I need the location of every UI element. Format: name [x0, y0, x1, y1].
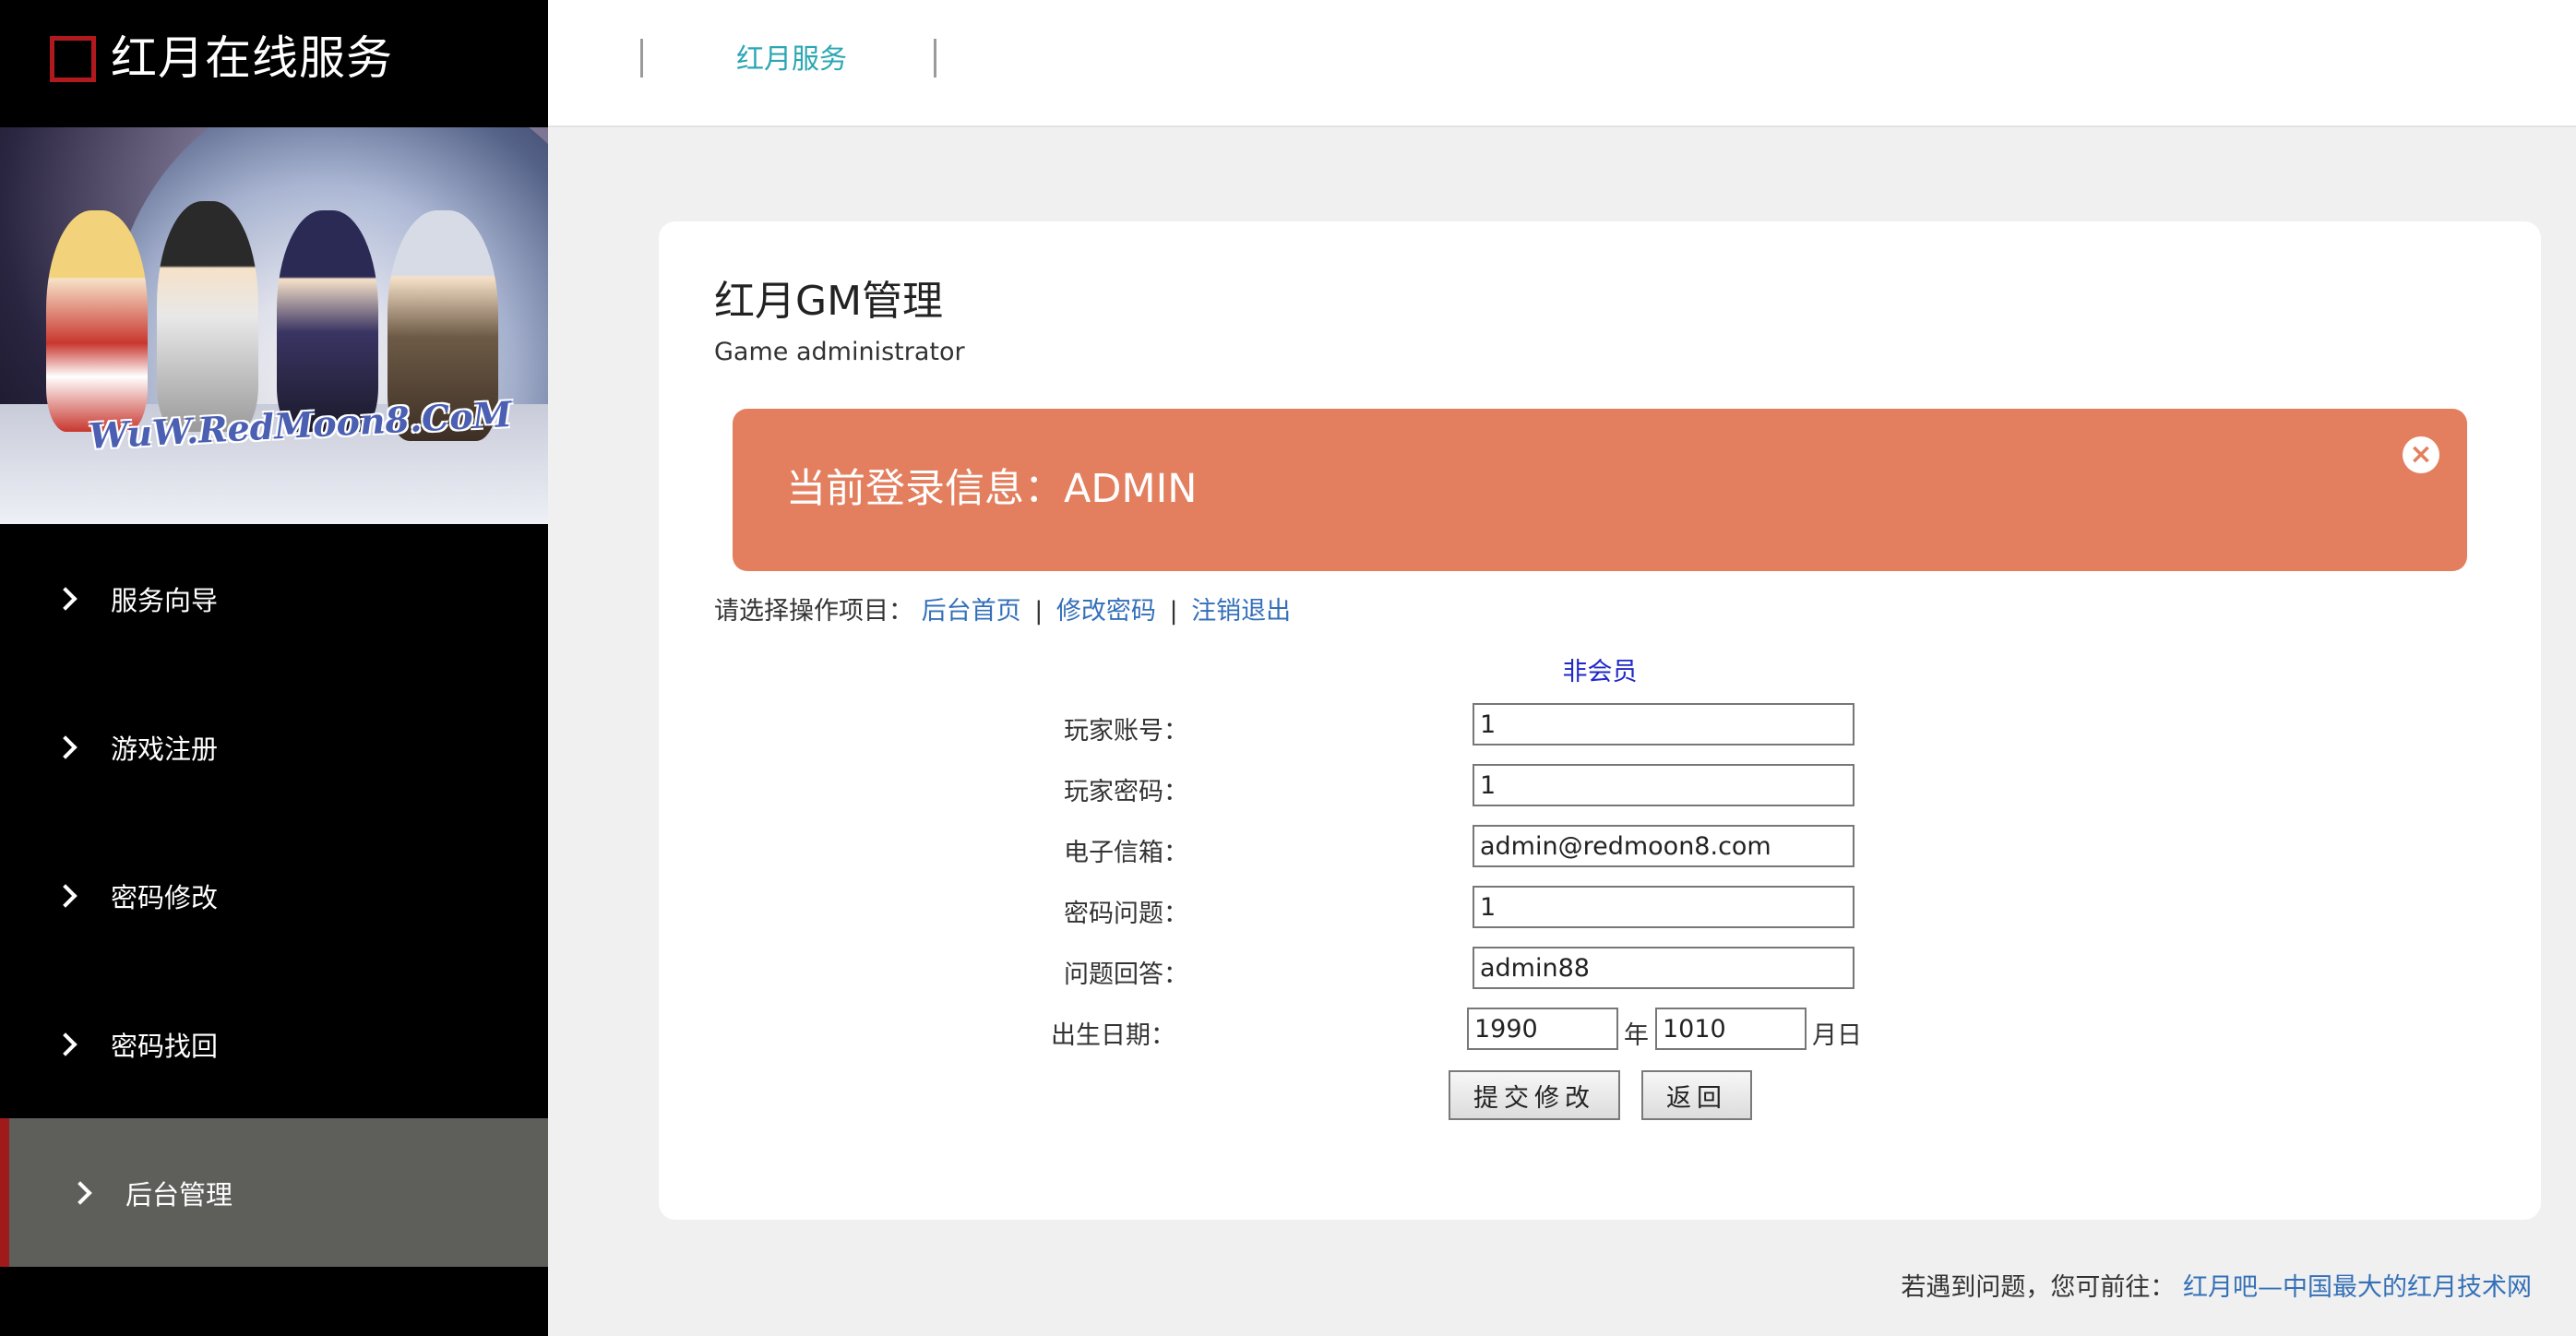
character-purple-hair	[277, 210, 378, 432]
sidebar-item-service-guide[interactable]: 服务向导	[0, 524, 548, 673]
sidebar-item-password-recover[interactable]: 密码找回	[0, 970, 548, 1118]
monthday-unit: 月日	[1812, 1021, 1862, 1050]
account-input[interactable]	[1473, 703, 1854, 746]
form-row-email: 电子信箱：	[659, 825, 2541, 869]
page-title: 红月GM管理	[714, 278, 944, 325]
link-separator: |	[1169, 597, 1178, 626]
email-input[interactable]	[1473, 825, 1854, 867]
link-change-password[interactable]: 修改密码	[1056, 597, 1156, 626]
footer: 若遇到问题，您可前往： 红月吧—中国最大的红月技术网	[1901, 1267, 2532, 1303]
form-row-account: 玩家账号：	[659, 703, 2541, 747]
birthdate-label: 出生日期：	[1051, 1021, 1175, 1050]
chevron-right-icon	[54, 734, 78, 759]
account-label: 玩家账号：	[1064, 717, 1188, 746]
membership-status: 非会员	[1562, 658, 1638, 686]
chevron-right-icon	[54, 883, 78, 908]
top-bar: 红月服务	[548, 0, 2576, 127]
alert-text: 当前登录信息：ADMIN	[786, 466, 1198, 512]
tab-separator	[934, 39, 936, 78]
link-separator: |	[1034, 597, 1044, 626]
character-blonde	[46, 210, 148, 432]
tab-redmoon-service[interactable]: 红月服务	[736, 37, 847, 83]
sidebar-item-label: 服务向导	[111, 584, 219, 616]
birth-monthday-input[interactable]	[1655, 1008, 1807, 1050]
password-input[interactable]	[1473, 764, 1854, 806]
birth-year-input[interactable]	[1467, 1008, 1618, 1050]
sidebar-item-game-register[interactable]: 游戏注册	[0, 673, 548, 821]
chevron-right-icon	[68, 1180, 92, 1205]
question-input[interactable]	[1473, 886, 1854, 928]
chevron-right-icon	[54, 1032, 78, 1056]
banner-image: WuW.RedMoon8.CoM	[0, 127, 548, 524]
brand-title: 红月在线服务	[111, 31, 393, 85]
form-row-answer: 问题回答：	[659, 947, 2541, 991]
footer-link[interactable]: 红月吧—中国最大的红月技术网	[2183, 1273, 2532, 1302]
login-info-alert: 当前登录信息：ADMIN ×	[733, 409, 2467, 571]
close-icon[interactable]: ×	[2403, 436, 2439, 473]
operation-links: 请选择操作项目： 后台首页 | 修改密码 | 注销退出	[714, 590, 1291, 626]
sidebar-item-label: 后台管理	[125, 1178, 233, 1211]
form-row-question: 密码问题：	[659, 886, 2541, 930]
password-label: 玩家密码：	[1064, 778, 1188, 806]
sidebar-item-label: 游戏注册	[111, 733, 219, 765]
question-label: 密码问题：	[1064, 900, 1188, 928]
sidebar-item-label: 密码修改	[111, 881, 219, 913]
sidebar-item-label: 密码找回	[111, 1030, 219, 1062]
answer-input[interactable]	[1473, 947, 1854, 989]
chevron-right-icon	[54, 586, 78, 611]
year-unit: 年	[1624, 1021, 1649, 1050]
footer-prompt: 若遇到问题，您可前往：	[1901, 1273, 2176, 1302]
tab-separator	[640, 39, 643, 78]
sidebar: 红月在线服务 WuW.RedMoon8.CoM 服务向导 游戏注册 密码修改 密…	[0, 0, 548, 1336]
back-button[interactable]: 返回	[1641, 1070, 1752, 1120]
email-label: 电子信箱：	[1064, 839, 1188, 867]
square-logo-icon	[50, 36, 96, 82]
answer-label: 问题回答：	[1064, 960, 1188, 989]
character-dark-hair	[157, 201, 258, 432]
sidebar-item-password-change[interactable]: 密码修改	[0, 821, 548, 970]
form-row-birthdate: 出生日期： 年 月日	[659, 1008, 2541, 1052]
ops-prompt: 请选择操作项目：	[714, 597, 913, 626]
link-logout[interactable]: 注销退出	[1191, 597, 1291, 626]
submit-button[interactable]: 提交修改	[1449, 1070, 1620, 1120]
sidebar-item-admin[interactable]: 后台管理	[0, 1118, 548, 1267]
form-row-password: 玩家密码：	[659, 764, 2541, 808]
link-admin-home[interactable]: 后台首页	[922, 597, 1021, 626]
sidebar-nav: 服务向导 游戏注册 密码修改 密码找回 后台管理	[0, 524, 548, 1267]
page-subtitle: Game administrator	[714, 338, 965, 366]
main-card: 红月GM管理 Game administrator 当前登录信息：ADMIN ×…	[659, 221, 2541, 1220]
brand: 红月在线服务	[0, 0, 548, 127]
